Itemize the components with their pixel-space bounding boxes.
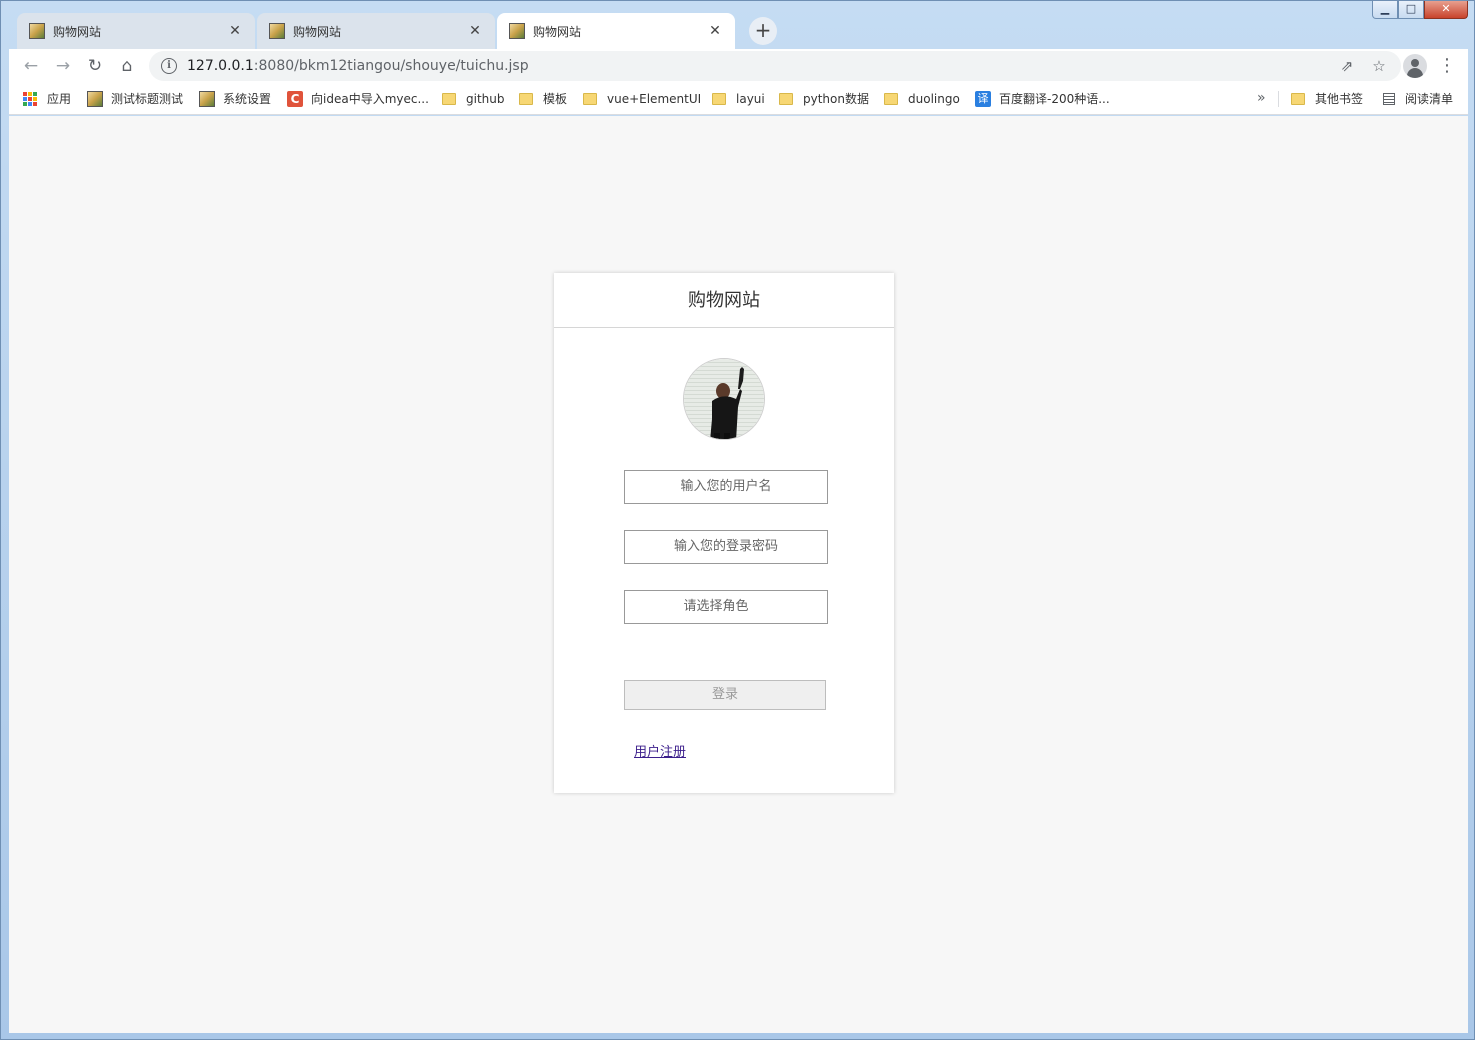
url-host: 127.0.0.1	[187, 58, 254, 74]
browser-menu-icon[interactable]: ⋮	[1437, 55, 1457, 77]
username-input[interactable]: 输入您的用户名	[624, 470, 828, 504]
site-favicon-icon	[269, 23, 285, 39]
bookmark-label: 其他书签	[1315, 92, 1364, 106]
site-favicon-icon	[509, 23, 525, 39]
url-path: :8080/bkm12tiangou/shouye/tuichu.jsp	[253, 58, 529, 74]
bookmark-folder[interactable]: duolingo	[884, 83, 960, 114]
page-content: 购物网站 输入您的用户名 输入您的登录密码 请选择角色 登录 用户注册	[9, 116, 1468, 1033]
bookmark-label: github	[466, 91, 505, 106]
address-bar[interactable]: i 127.0.0.1:8080/bkm12tiangou/shouye/tui…	[149, 51, 1401, 81]
window-bottom-frame	[9, 1033, 1468, 1039]
apps-grid-icon	[23, 91, 37, 106]
bookmark-item[interactable]: 系统设置	[199, 83, 271, 114]
folder-icon	[583, 92, 597, 105]
bookmark-star-icon[interactable]: ☆	[1363, 57, 1395, 75]
login-button[interactable]: 登录	[624, 680, 826, 710]
close-icon[interactable]: ✕	[467, 23, 483, 39]
bookmark-label: 测试标题测试	[111, 92, 184, 106]
bookmark-item[interactable]: C 向idea中导入myec...	[287, 83, 429, 114]
tab-2[interactable]: 购物网站 ✕	[257, 13, 495, 49]
site-favicon-icon	[199, 90, 215, 107]
folder-icon	[779, 92, 793, 105]
reload-icon[interactable]: ↻	[79, 56, 111, 76]
bookmark-folder[interactable]: vue+ElementUI	[583, 83, 701, 114]
bookmark-folder[interactable]: 模板	[519, 83, 567, 114]
bookmark-label: vue+ElementUI	[607, 91, 702, 106]
bookmark-label: 系统设置	[223, 92, 272, 106]
close-icon[interactable]: ✕	[227, 23, 243, 39]
reading-list-button[interactable]: 阅读清单	[1383, 83, 1453, 114]
bookmark-label: 阅读清单	[1405, 92, 1454, 106]
login-title: 购物网站	[554, 273, 894, 328]
bookmark-label: duolingo	[908, 91, 960, 106]
bookmarks-overflow-chevron-icon[interactable]: »	[1257, 83, 1266, 114]
share-icon[interactable]: ⇗	[1331, 57, 1363, 75]
url-text[interactable]: 127.0.0.1:8080/bkm12tiangou/shouye/tuich…	[187, 58, 1331, 74]
bookmark-item[interactable]: 译 百度翻译-200种语...	[975, 83, 1110, 114]
role-select[interactable]: 请选择角色	[624, 590, 828, 624]
avatar	[683, 358, 765, 440]
tab-title: 购物网站	[533, 24, 582, 39]
site-info-icon[interactable]: i	[161, 58, 177, 74]
close-window-button[interactable]: ✕	[1424, 1, 1468, 19]
reading-list-icon	[1383, 92, 1395, 105]
folder-icon	[519, 92, 533, 105]
bookmark-folder[interactable]: python数据	[779, 83, 869, 114]
close-icon[interactable]: ✕	[707, 23, 723, 39]
new-tab-button[interactable]: +	[749, 17, 777, 45]
bookmark-folder[interactable]: github	[442, 83, 504, 114]
tab-3-active[interactable]: 购物网站 ✕	[497, 13, 735, 49]
password-input[interactable]: 输入您的登录密码	[624, 530, 828, 564]
login-card: 购物网站 输入您的用户名 输入您的登录密码 请选择角色 登录 用户注册	[554, 273, 894, 793]
bookmark-label: 百度翻译-200种语...	[999, 92, 1110, 106]
bookmark-other-folder[interactable]: 其他书签	[1291, 83, 1363, 114]
folder-icon	[442, 92, 456, 105]
browser-window: ▁ □ ✕ 购物网站 ✕ 购物网站 ✕ 购物网站 ✕ + ← → ↻ ⌂ i 1…	[0, 0, 1475, 1040]
tab-title: 购物网站	[293, 24, 342, 39]
bookmark-label: layui	[736, 91, 765, 106]
profile-avatar-icon[interactable]	[1403, 54, 1427, 78]
forward-arrow-icon[interactable]: →	[47, 56, 79, 76]
c-favicon-icon: C	[287, 90, 303, 107]
bookmark-item[interactable]: 测试标题测试	[87, 83, 183, 114]
bookmark-label: 向idea中导入myec...	[311, 92, 429, 106]
bookmark-label: 应用	[47, 92, 72, 106]
translate-favicon-icon: 译	[975, 90, 991, 107]
browser-toolbar: ← → ↻ ⌂ i 127.0.0.1:8080/bkm12tiangou/sh…	[9, 49, 1468, 83]
register-link[interactable]: 用户注册	[634, 741, 686, 760]
bookmarks-bar: 应用 测试标题测试 系统设置 C 向idea中导入myec... github …	[9, 83, 1468, 115]
back-arrow-icon[interactable]: ←	[15, 56, 47, 76]
folder-icon	[1291, 92, 1305, 105]
site-favicon-icon	[87, 90, 103, 107]
tab-1[interactable]: 购物网站 ✕	[17, 13, 255, 49]
avatar-photo	[684, 359, 764, 439]
bookmark-apps[interactable]: 应用	[23, 83, 71, 114]
bookmark-label: 模板	[543, 92, 568, 106]
bookmark-label: python数据	[803, 92, 869, 106]
tab-strip: 购物网站 ✕ 购物网站 ✕ 购物网站 ✕ +	[9, 13, 1409, 49]
home-icon[interactable]: ⌂	[111, 56, 143, 76]
tab-title: 购物网站	[53, 24, 102, 39]
site-favicon-icon	[29, 23, 45, 39]
folder-icon	[884, 92, 898, 105]
bookmark-folder[interactable]: layui	[712, 83, 765, 114]
folder-icon	[712, 92, 726, 105]
bookmarks-divider	[1278, 91, 1279, 107]
